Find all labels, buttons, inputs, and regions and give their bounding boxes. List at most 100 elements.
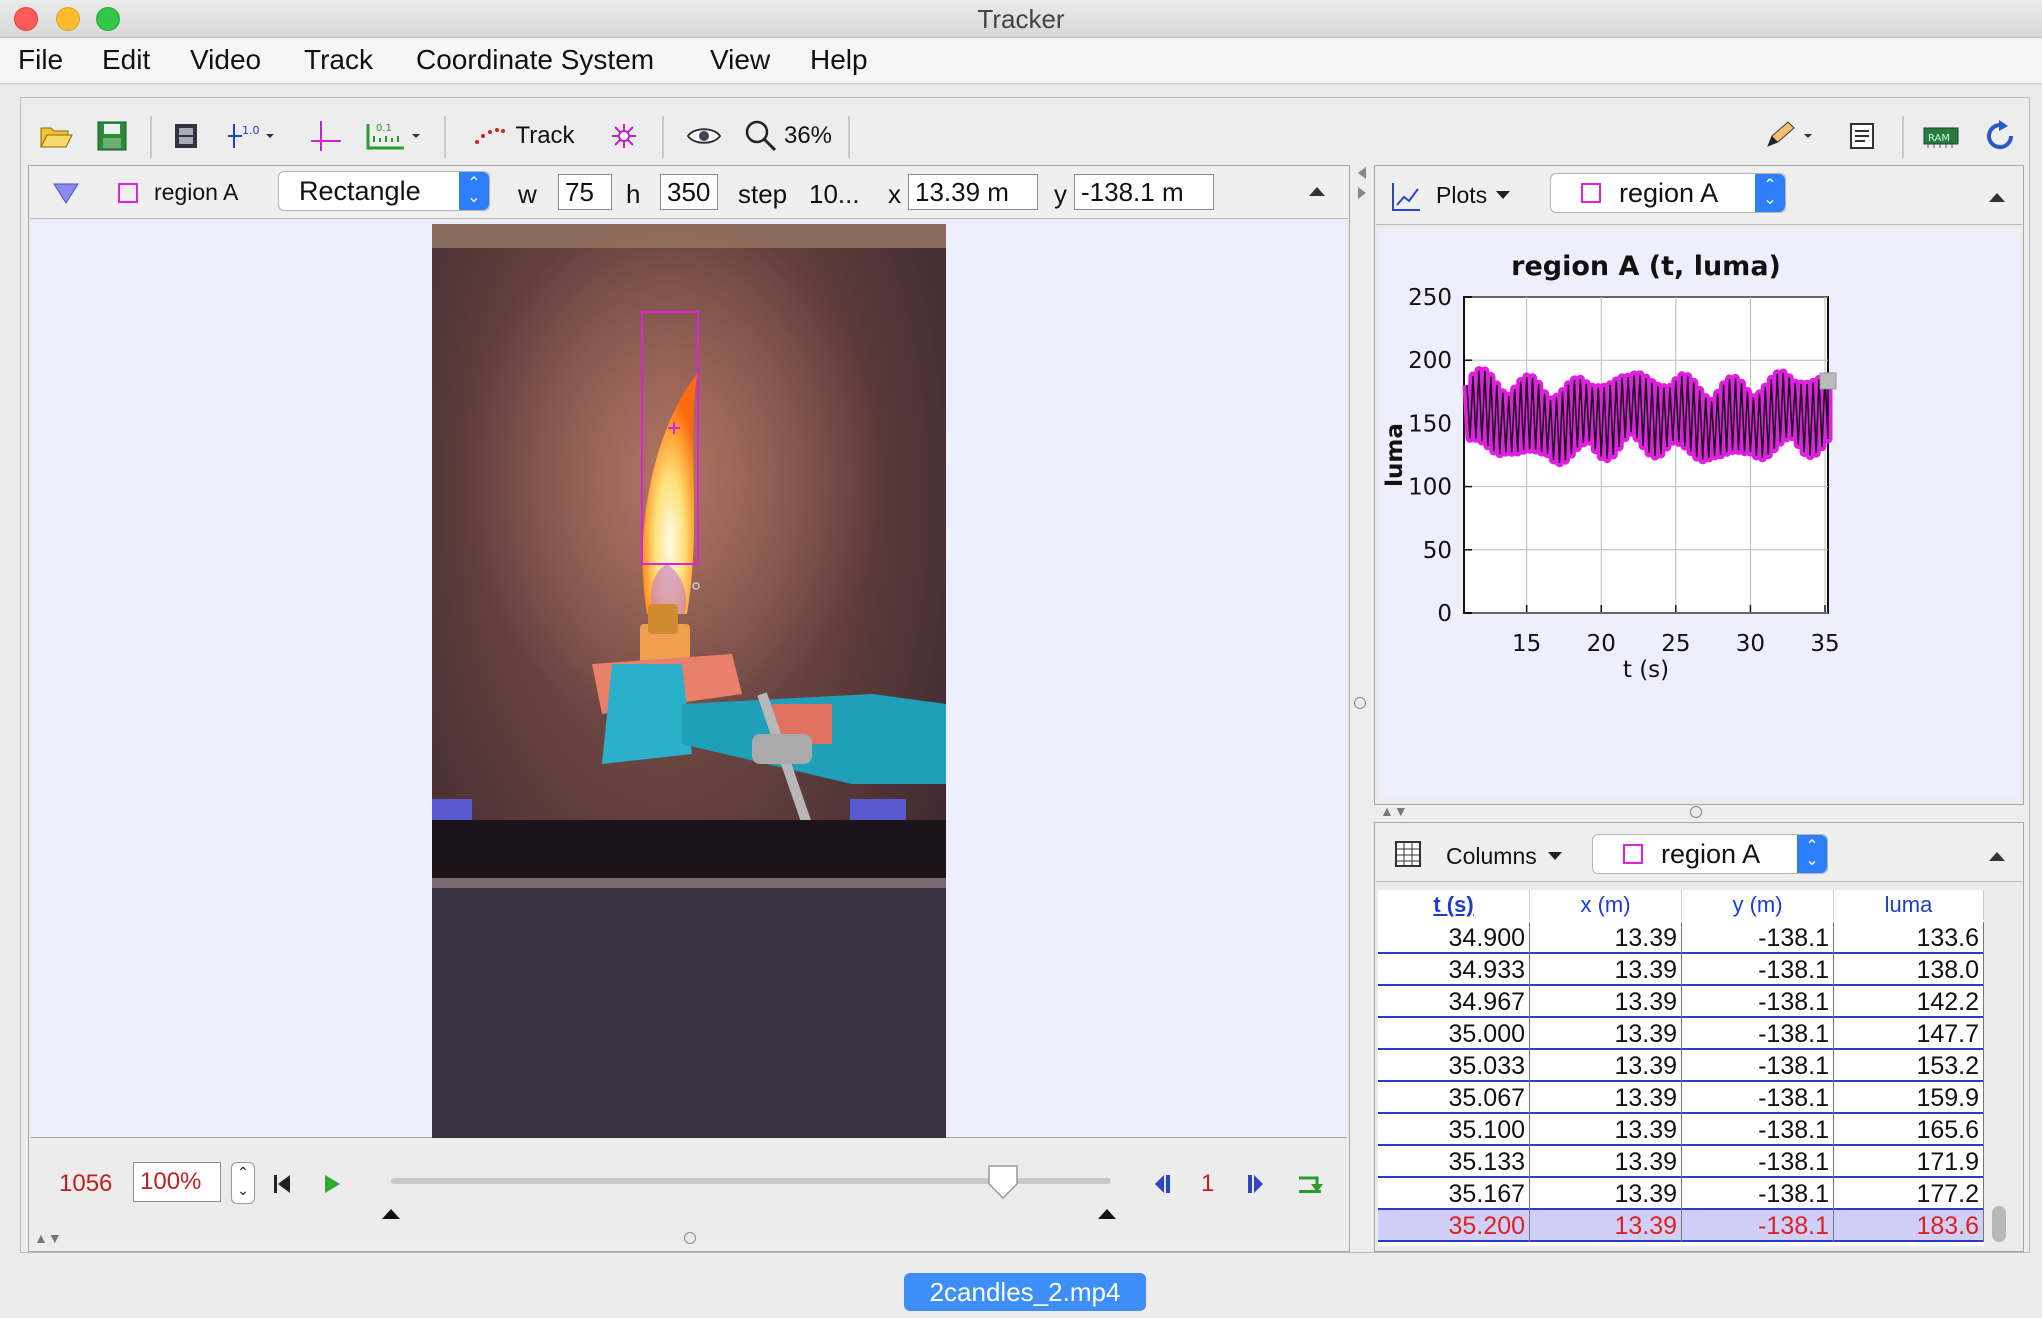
autotracker-icon[interactable]: [606, 116, 642, 156]
start-marker-icon[interactable]: [381, 1208, 401, 1220]
rate-input[interactable]: 100%: [133, 1162, 221, 1202]
plot-area[interactable]: 15 20 25 30 35 0 50 100 150 200 250 region A (t, lu…: [1378, 229, 2020, 799]
y-tick-label: 200: [1408, 348, 1452, 374]
menu-track[interactable]: Track: [304, 44, 373, 76]
width-input[interactable]: 75: [558, 174, 612, 210]
time-slider-thumb[interactable]: [987, 1164, 1019, 1200]
x-tick-label: 25: [1661, 631, 1690, 657]
menu-video[interactable]: Video: [190, 44, 261, 76]
y-tick-label: 250: [1408, 285, 1452, 311]
table-row[interactable]: 35.167 13.39 -138.1 177.2: [1378, 1178, 1984, 1210]
rate-stepper[interactable]: ⌃ ⌄: [231, 1162, 255, 1204]
toolbar: 1.0 0.1 Track 36% RAM: [22, 108, 2028, 164]
vertical-splitter[interactable]: [1352, 165, 1370, 1252]
table-cell: 35.033: [1378, 1050, 1530, 1082]
table-row[interactable]: 34.900 13.39 -138.1 133.6: [1378, 922, 1984, 954]
collapse-up-icon[interactable]: [1988, 850, 2006, 862]
height-input[interactable]: 350: [660, 174, 718, 210]
end-marker-icon[interactable]: [1097, 1208, 1117, 1220]
loop-icon[interactable]: [1297, 1172, 1323, 1194]
frame-count: 1056: [59, 1170, 113, 1197]
svg-text:1.0: 1.0: [242, 124, 260, 137]
chevron-updown-icon: ⌃ ⌄: [459, 172, 489, 210]
split-arrows-icon: [1358, 167, 1366, 199]
columns-menu-button[interactable]: Columns: [1446, 836, 1563, 876]
table-row[interactable]: 35.133 13.39 -138.1 171.9: [1378, 1146, 1984, 1178]
table-cell: 35.067: [1378, 1082, 1530, 1114]
tape-measure-icon[interactable]: 0.1: [362, 116, 428, 156]
table-cell: 13.39: [1530, 1114, 1682, 1146]
table-scrollbar-thumb[interactable]: [1992, 1206, 2006, 1242]
y-axis-label: luma: [1382, 423, 1408, 487]
table-cell: 13.39: [1530, 1082, 1682, 1114]
y-label: y: [1054, 179, 1067, 209]
plots-menu-button[interactable]: Plots: [1436, 175, 1511, 215]
shape-select-value: Rectangle: [299, 175, 421, 206]
step-forward-icon[interactable]: [1245, 1174, 1265, 1194]
y-tick-label: 0: [1437, 601, 1452, 627]
ram-icon[interactable]: RAM: [1918, 116, 1964, 156]
menu-help[interactable]: Help: [810, 44, 868, 76]
plot-track-select[interactable]: region A ⌃ ⌄: [1550, 173, 1786, 213]
calibration-icon[interactable]: 1.0: [222, 116, 278, 156]
menu-edit[interactable]: Edit: [102, 44, 150, 76]
skip-to-start-icon[interactable]: [273, 1174, 291, 1194]
track-color-swatch: [118, 183, 138, 203]
table-cell: 142.2: [1834, 986, 1984, 1018]
x-label: x: [888, 179, 901, 209]
save-icon[interactable]: [92, 116, 132, 156]
eye-icon[interactable]: [682, 116, 726, 156]
axes-icon[interactable]: [306, 116, 346, 156]
refresh-icon[interactable]: [1978, 116, 2022, 156]
track-name-label[interactable]: region A: [154, 179, 238, 206]
open-folder-icon[interactable]: [36, 116, 76, 156]
divider-handle[interactable]: [1690, 806, 1702, 818]
menu-view[interactable]: View: [710, 44, 770, 76]
table-cell: 171.9: [1834, 1146, 1984, 1178]
x-tick-label: 35: [1810, 631, 1839, 657]
resize-arrows-icon[interactable]: ▲▼: [34, 1230, 62, 1246]
collapse-up-icon[interactable]: [1988, 191, 2006, 203]
create-track-button[interactable]: Track: [462, 116, 586, 156]
zoom-button[interactable]: 36%: [740, 116, 836, 156]
table-track-select[interactable]: region A ⌃ ⌄: [1592, 834, 1828, 874]
file-tab[interactable]: 2candles_2.mp4: [904, 1273, 1146, 1311]
column-header-luma[interactable]: luma: [1834, 890, 1984, 920]
shape-select[interactable]: Rectangle ⌃ ⌄: [278, 171, 490, 211]
magnifier-icon: [745, 120, 777, 152]
zoom-level: 36%: [783, 122, 833, 149]
menu-bar: File Edit Video Track Coordinate System …: [0, 38, 2042, 84]
step-back-icon[interactable]: [1153, 1174, 1173, 1194]
table-cell: 13.39: [1530, 986, 1682, 1018]
luma-chart[interactable]: 15 20 25 30 35 0 50 100 150 200 250 region A (t, lu…: [1378, 229, 2020, 799]
table-row[interactable]: 35.033 13.39 -138.1 153.2: [1378, 1050, 1984, 1082]
track-button-label: Track: [515, 122, 575, 149]
step-value[interactable]: 10...: [809, 179, 860, 210]
collapse-up-icon[interactable]: [1308, 185, 1326, 197]
y-input[interactable]: -138.1 m: [1074, 174, 1214, 210]
table-cell: -138.1: [1682, 1146, 1834, 1178]
resize-arrows-icon[interactable]: ▲▼: [1380, 803, 1408, 819]
y-tick-label: 50: [1423, 538, 1452, 564]
divider-handle[interactable]: [684, 1232, 696, 1244]
table-row[interactable]: 35.200 13.39 -138.1 183.6: [1378, 1210, 1984, 1242]
column-header-y[interactable]: y (m): [1682, 890, 1834, 920]
track-menu-triangle-icon[interactable]: [52, 181, 80, 205]
column-header-t[interactable]: t (s): [1378, 890, 1530, 920]
video-frame[interactable]: [432, 224, 946, 1138]
table-row[interactable]: 35.000 13.39 -138.1 147.7: [1378, 1018, 1984, 1050]
table-row[interactable]: 35.100 13.39 -138.1 165.6: [1378, 1114, 1984, 1146]
video-clip-icon[interactable]: [168, 116, 204, 156]
svg-text:0.1: 0.1: [376, 123, 392, 134]
notes-icon[interactable]: [1842, 116, 1882, 156]
table-row[interactable]: 35.067 13.39 -138.1 159.9: [1378, 1082, 1984, 1114]
table-row[interactable]: 34.933 13.39 -138.1 138.0: [1378, 954, 1984, 986]
column-header-x[interactable]: x (m): [1530, 890, 1682, 920]
pencil-icon[interactable]: [1760, 116, 1822, 156]
menu-file[interactable]: File: [18, 44, 63, 76]
data-table[interactable]: t (s) x (m) y (m) luma 34.900 13.39 -138.1…: [1378, 890, 1984, 1246]
x-input[interactable]: 13.39 m: [908, 174, 1038, 210]
table-row[interactable]: 34.967 13.39 -138.1 142.2: [1378, 986, 1984, 1018]
menu-coordinate-system[interactable]: Coordinate System: [416, 44, 654, 76]
play-icon[interactable]: [323, 1174, 341, 1194]
